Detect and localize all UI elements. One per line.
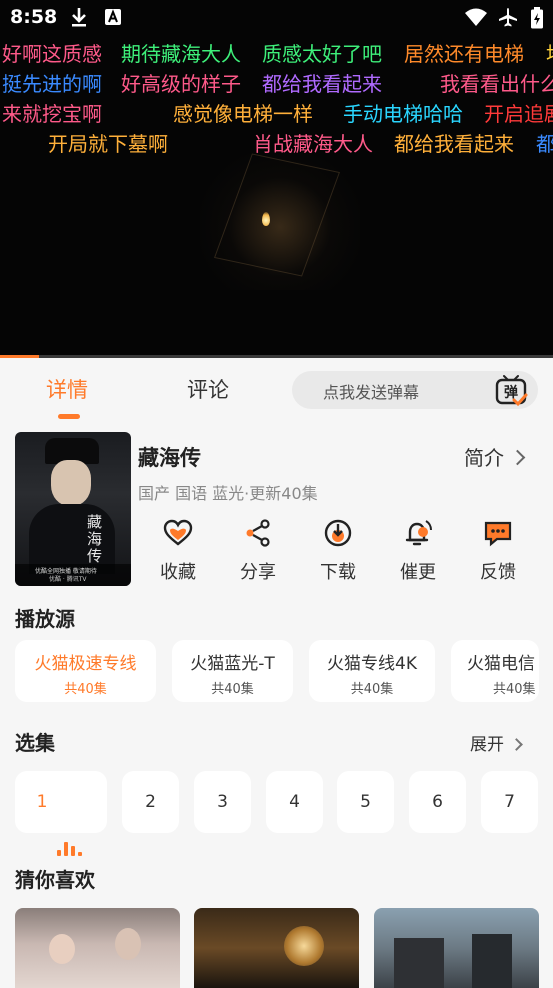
danmaku-comment: 开局就下墓啊 <box>48 132 168 156</box>
download-icon <box>70 7 88 31</box>
airplane-icon <box>498 7 518 31</box>
tab-active-indicator <box>58 414 80 419</box>
favorite-button[interactable]: 收藏 <box>148 518 208 584</box>
feedback-button[interactable]: 反馈 <box>468 518 528 584</box>
danmaku-comment: 地 <box>546 38 553 67</box>
episode-button[interactable]: 4 <box>266 771 323 833</box>
recommend-thumb-building <box>472 934 512 988</box>
recommend-title: 猜你喜欢 <box>15 868 95 892</box>
source-name: 火猫电信 <box>467 654 535 674</box>
episode-button[interactable]: 5 <box>337 771 394 833</box>
download-icon <box>324 519 352 547</box>
feedback-label: 反馈 <box>480 562 516 583</box>
source-item[interactable]: 火猫蓝光-T 共40集 <box>172 640 293 702</box>
danmaku-comment: 好高级的样子 <box>121 72 241 96</box>
details-panel: 详情 评论 点我发送弹幕 弹 藏海传 优酷全网独播 敬请期待 优酷 · 腾讯TV… <box>0 358 553 988</box>
feedback-icon <box>484 521 512 547</box>
danmaku-comment: 都 <box>536 132 553 156</box>
show-meta: 国产 国语 蓝光·更新40集 <box>138 484 318 503</box>
now-playing-icon <box>57 794 85 856</box>
danmaku-comment: 期待藏海大人 <box>121 42 241 66</box>
episode-button[interactable]: 2 <box>122 771 179 833</box>
share-label: 分享 <box>240 562 276 583</box>
episode-number: 3 <box>217 792 228 812</box>
danmaku-comment: 开启追剧 <box>484 102 553 126</box>
danmaku-comment: 我看看出什么 <box>440 72 553 96</box>
episode-number: 7 <box>504 792 515 812</box>
candle-flame <box>262 212 270 226</box>
status-bar: 8:58 <box>0 0 553 36</box>
poster-platforms: 优酷 · 腾讯TV <box>49 576 87 583</box>
danmaku-input[interactable]: 点我发送弹幕 弹 <box>292 371 538 409</box>
source-item[interactable]: 火猫专线4K 共40集 <box>309 640 435 702</box>
recommend-thumb-building <box>394 938 444 988</box>
source-episode-count: 共40集 <box>211 682 254 697</box>
source-name: 火猫专线4K <box>327 654 417 674</box>
recommend-thumb-figure <box>115 928 141 960</box>
danmaku-toggle-icon[interactable]: 弹 <box>494 373 528 407</box>
episode-number: 2 <box>145 792 156 812</box>
episodes-title: 选集 <box>15 731 55 755</box>
episode-number: 5 <box>360 792 371 812</box>
danmaku-comment: 肖战藏海大人 <box>253 132 373 156</box>
wifi-icon <box>464 7 488 31</box>
share-button[interactable]: 分享 <box>228 518 288 584</box>
danmaku-comment: 质感太好了吧 <box>262 42 382 66</box>
episode-number: 1 <box>36 792 48 812</box>
chevron-right-icon <box>509 449 526 466</box>
favorite-label: 收藏 <box>160 562 196 583</box>
intro-link[interactable]: 简介 <box>464 442 526 471</box>
poster-title: 藏海传 <box>87 513 103 565</box>
svg-text:弹: 弹 <box>504 384 518 401</box>
episode-button[interactable]: 6 <box>409 771 466 833</box>
tab-comments[interactable]: 评论 <box>187 374 229 404</box>
sources-title: 播放源 <box>15 607 75 631</box>
danmaku-input-placeholder: 点我发送弹幕 <box>323 383 420 402</box>
expand-episodes-button[interactable]: 展开 <box>470 730 523 755</box>
expand-label: 展开 <box>470 735 504 755</box>
danmaku-comment: 都给我看起来 <box>394 132 514 156</box>
danmaku-comment: 好啊这质感 <box>2 42 102 66</box>
danmaku-comment: 居然还有电梯 <box>404 42 524 66</box>
tab-details[interactable]: 详情 <box>46 374 88 404</box>
episode-button[interactable]: 7 <box>481 771 538 833</box>
chevron-right-icon <box>510 738 523 751</box>
danmaku-comment: 来就挖宝啊 <box>2 102 102 126</box>
episode-number: 6 <box>432 792 443 812</box>
bell-icon <box>405 520 432 546</box>
app-a-icon <box>104 7 122 31</box>
heart-icon <box>163 519 193 546</box>
share-icon <box>246 519 270 547</box>
download-label: 下载 <box>320 562 356 583</box>
recommend-card[interactable] <box>15 908 180 988</box>
danmaku-comment: 都给我看起来 <box>262 72 382 96</box>
battery-charging-icon <box>530 7 544 33</box>
episode-button[interactable]: 3 <box>194 771 251 833</box>
source-episode-count: 共40集 <box>64 682 107 697</box>
recommend-thumb-figure <box>49 934 75 964</box>
recommend-card[interactable] <box>194 908 359 988</box>
urge-update-label: 催更 <box>400 562 436 583</box>
episode-button[interactable]: 1 <box>15 771 107 856</box>
source-episode-count: 共40集 <box>350 682 394 697</box>
episode-number: 4 <box>289 792 300 812</box>
download-button[interactable]: 下载 <box>308 518 368 584</box>
show-title: 藏海传 <box>138 446 201 470</box>
source-item[interactable]: 火猫电信 共40集 <box>451 640 539 702</box>
recommend-thumb-light <box>284 926 324 966</box>
source-name: 火猫蓝光-T <box>190 654 275 674</box>
urge-update-button[interactable]: 催更 <box>388 518 448 584</box>
recommend-card[interactable] <box>374 908 539 988</box>
source-name: 火猫极速专线 <box>34 654 137 674</box>
poster-figure-face <box>51 460 91 506</box>
danmaku-comment: 感觉像电梯一样 <box>173 102 313 126</box>
danmaku-comment: 挺先进的啊 <box>2 72 102 96</box>
source-item[interactable]: 火猫极速专线 共40集 <box>15 640 156 702</box>
status-time: 8:58 <box>10 6 58 28</box>
intro-label: 简介 <box>464 446 504 470</box>
danmaku-comment: 手动电梯哈哈 <box>343 102 463 126</box>
show-poster[interactable]: 藏海传 优酷全网独播 敬请期待 优酷 · 腾讯TV <box>15 432 131 586</box>
source-episode-count: 共40集 <box>493 682 536 697</box>
video-player[interactable]: 8:58 好啊这质感期待藏海大人质感太好了吧居然还有电梯地挺先进的啊好高级的样子… <box>0 0 553 358</box>
